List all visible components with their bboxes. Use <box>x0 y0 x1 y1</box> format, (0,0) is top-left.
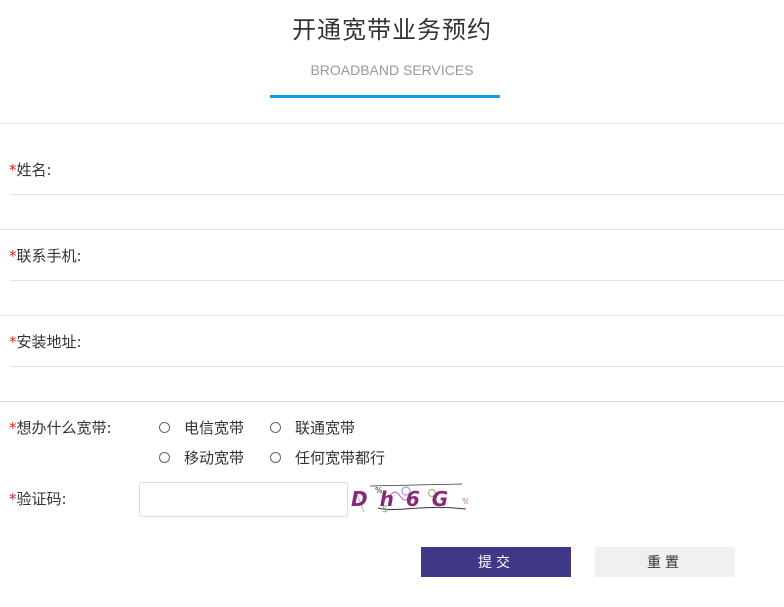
phone-input[interactable] <box>10 281 784 315</box>
captcha-label-text: 验证码: <box>16 490 67 508</box>
broadband-label: *想办什么宽带: <box>9 417 112 438</box>
captcha-input[interactable] <box>139 482 348 517</box>
title-underline <box>270 95 500 98</box>
required-mark: * <box>9 247 17 265</box>
divider <box>0 315 784 316</box>
radio-label: 电信宽带 <box>184 419 245 437</box>
radio-telecom[interactable]: 电信宽带 <box>159 417 244 438</box>
submit-button[interactable]: 提交 <box>421 547 571 577</box>
required-mark: * <box>9 161 17 179</box>
radio-circle-icon[interactable] <box>159 422 170 433</box>
svg-text:%: % <box>462 497 468 506</box>
page-title: 开通宽带业务预约 <box>292 16 492 44</box>
required-mark: * <box>9 333 17 351</box>
radio-label: 联通宽带 <box>295 419 356 437</box>
captcha-char: Dh6G <box>351 487 460 511</box>
radio-circle-icon[interactable] <box>270 422 281 433</box>
name-label-text: 姓名: <box>16 161 52 179</box>
name-input[interactable] <box>10 195 784 229</box>
phone-label-text: 联系手机: <box>16 247 82 265</box>
radio-circle-icon[interactable] <box>159 452 170 463</box>
captcha-label: *验证码: <box>9 488 67 509</box>
broadband-label-text: 想办什么宽带: <box>16 419 112 437</box>
divider <box>0 123 784 124</box>
required-mark: * <box>9 490 17 508</box>
divider <box>0 401 784 402</box>
radio-label: 移动宽带 <box>184 449 245 467</box>
captcha-image[interactable]: $ % % Dh6G <box>350 482 468 518</box>
page-subtitle: BROADBAND SERVICES <box>310 62 474 78</box>
address-input[interactable] <box>10 367 784 401</box>
radio-mobile[interactable]: 移动宽带 <box>159 447 244 468</box>
radio-any[interactable]: 任何宽带都行 <box>270 447 385 468</box>
radio-circle-icon[interactable] <box>270 452 281 463</box>
radio-unicom[interactable]: 联通宽带 <box>270 417 355 438</box>
phone-label: *联系手机: <box>9 245 82 266</box>
reset-button[interactable]: 重置 <box>595 547 735 577</box>
name-label: *姓名: <box>9 159 52 180</box>
address-label: *安装地址: <box>9 331 82 352</box>
radio-label: 任何宽带都行 <box>295 449 386 467</box>
divider <box>0 229 784 230</box>
required-mark: * <box>9 419 17 437</box>
address-label-text: 安装地址: <box>16 333 82 351</box>
